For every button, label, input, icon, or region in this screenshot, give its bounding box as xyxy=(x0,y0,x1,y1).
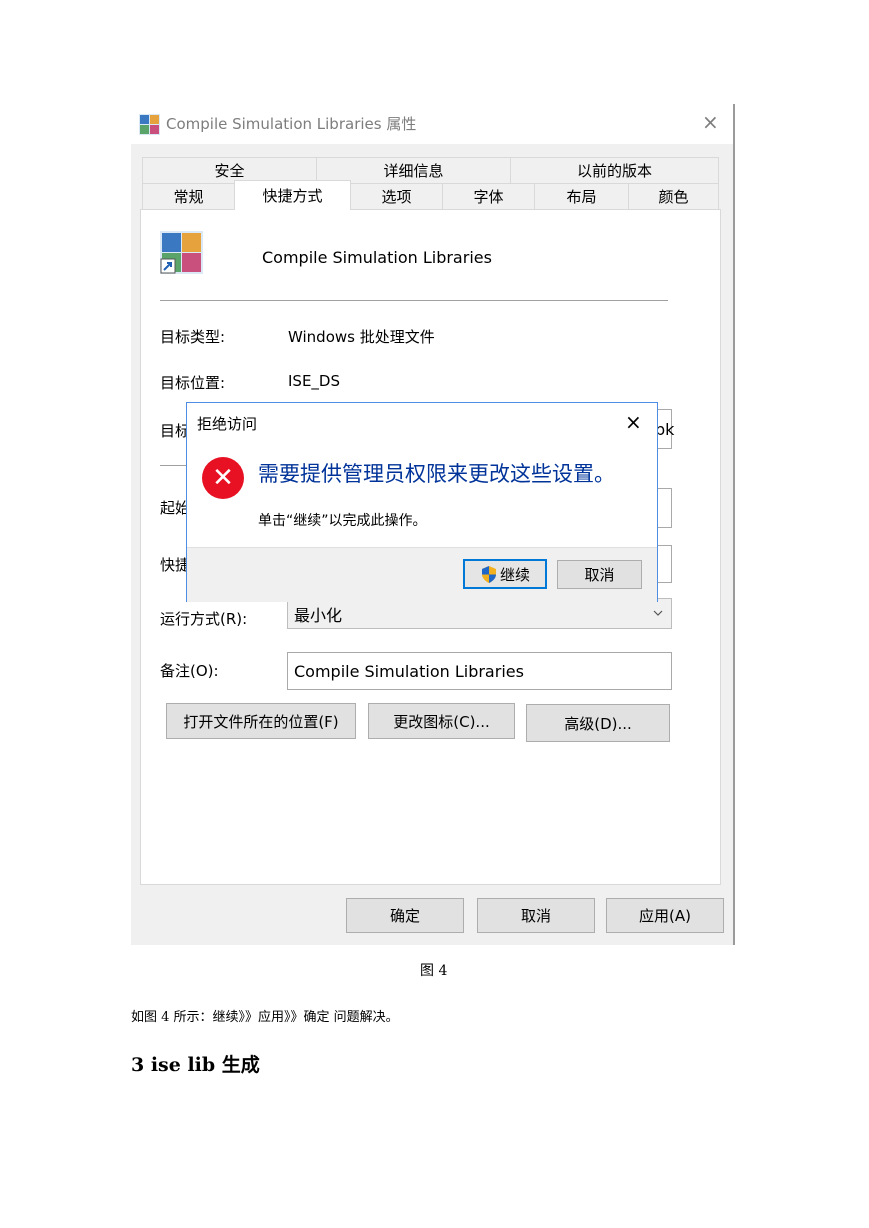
uac-shield-icon xyxy=(481,565,496,583)
tab-previous-versions[interactable]: 以前的版本 xyxy=(510,157,719,184)
cancel-button[interactable]: 取消 xyxy=(477,898,595,933)
error-icon: ✕ xyxy=(202,457,244,499)
section-heading: 3 ise lib 生成 xyxy=(131,1054,260,1076)
apply-button[interactable]: 应用(A) xyxy=(606,898,724,933)
dialog-title: 拒绝访问 xyxy=(197,415,258,433)
advanced-button[interactable]: 高级(D)... xyxy=(526,704,670,742)
dialog-close-icon[interactable]: × xyxy=(625,410,642,434)
ok-button[interactable]: 确定 xyxy=(346,898,464,933)
dialog-instruction: 单击“继续”以完成此操作。 xyxy=(258,513,427,529)
divider-2 xyxy=(160,465,188,466)
close-icon[interactable]: × xyxy=(702,110,719,134)
run-label: 运行方式(R): xyxy=(160,610,248,628)
run-select[interactable]: 最小化 xyxy=(287,598,672,629)
body-paragraph: 如图 4 所示：继续》》应用》》确定 问题解决。 xyxy=(131,1010,399,1025)
figure-caption: 图 4 xyxy=(420,963,448,979)
comment-field[interactable]: Compile Simulation Libraries xyxy=(287,652,672,690)
shortcut-name: Compile Simulation Libraries xyxy=(262,248,492,267)
divider xyxy=(160,300,668,301)
tab-options[interactable]: 选项 xyxy=(350,183,443,210)
target-type-label: 目标类型: xyxy=(160,328,226,346)
run-select-value: 最小化 xyxy=(294,605,343,625)
target-location-value: ISE_DS xyxy=(288,372,340,390)
tab-layout[interactable]: 布局 xyxy=(534,183,629,210)
shortcut-app-icon xyxy=(160,231,203,274)
continue-button[interactable]: 继续 xyxy=(463,559,547,589)
continue-label: 继续 xyxy=(499,565,530,584)
target-type-value: Windows 批处理文件 xyxy=(288,328,435,346)
chevron-down-icon xyxy=(653,610,663,616)
comment-label: 备注(O): xyxy=(160,662,219,680)
hotkey-field[interactable] xyxy=(656,545,672,583)
tab-shortcut[interactable]: 快捷方式 xyxy=(234,180,351,210)
dialog-cancel-button[interactable]: 取消 xyxy=(557,560,642,589)
app-icon-small xyxy=(139,114,160,135)
window-title: Compile Simulation Libraries 属性 xyxy=(166,115,417,133)
tab-colors[interactable]: 颜色 xyxy=(628,183,719,210)
tab-general[interactable]: 常规 xyxy=(142,183,235,210)
change-icon-button[interactable]: 更改图标(C)... xyxy=(368,703,515,739)
dialog-message: 需要提供管理员权限来更改这些设置。 xyxy=(258,462,615,486)
target-location-label: 目标位置: xyxy=(160,374,226,392)
window-edge xyxy=(733,104,735,945)
start-in-field[interactable] xyxy=(656,488,672,528)
tab-font[interactable]: 字体 xyxy=(442,183,535,210)
open-file-location-button[interactable]: 打开文件所在的位置(F) xyxy=(166,703,356,739)
